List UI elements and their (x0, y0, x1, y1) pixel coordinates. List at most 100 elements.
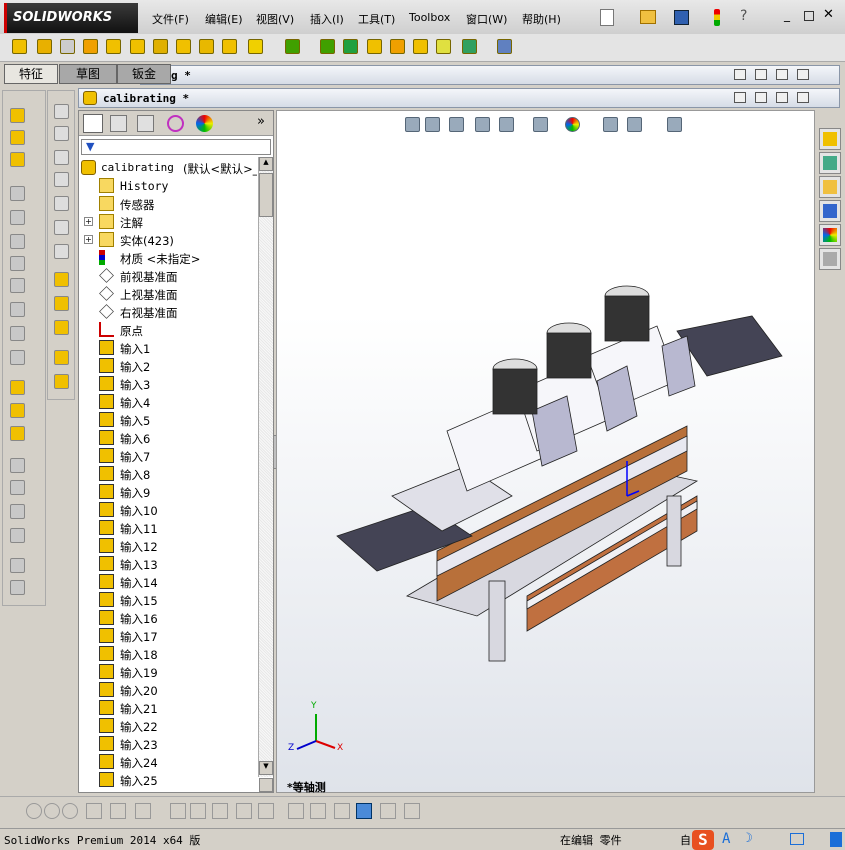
left-tool-icon-2[interactable] (54, 244, 69, 259)
left-tool-icon-2[interactable] (54, 296, 69, 311)
tree-item[interactable]: 右视基准面 (79, 303, 257, 321)
tree-item[interactable]: 前视基准面 (79, 267, 257, 285)
left-tool-icon[interactable] (10, 403, 25, 418)
feature-tool-icon[interactable] (153, 39, 168, 54)
tab-sheet-metal[interactable]: 钣金 (117, 64, 171, 84)
tree-item[interactable]: 输入18 (79, 645, 257, 663)
minimize-doc-button[interactable] (776, 69, 788, 80)
tree-item[interactable]: 输入3 (79, 375, 257, 393)
tree-item[interactable]: 输入7 (79, 447, 257, 465)
sketch-tool-icon[interactable] (258, 803, 274, 819)
close-doc-button[interactable] (797, 92, 809, 103)
left-tool-icon[interactable] (10, 108, 25, 123)
tree-item[interactable]: 输入17 (79, 627, 257, 645)
sketch-tool-icon[interactable] (26, 803, 42, 819)
document-window-title[interactable]: calibrating * (78, 88, 840, 108)
minimize-button[interactable]: _ (784, 8, 790, 22)
menu-item[interactable]: 插入(I) (310, 11, 344, 27)
left-tool-icon[interactable] (10, 480, 25, 495)
design-library-task-pane-icon[interactable] (819, 152, 841, 174)
save-icon[interactable] (674, 10, 689, 25)
left-tool-icon-2[interactable] (54, 374, 69, 389)
tab-features[interactable]: 特征 (4, 64, 58, 84)
tree-item[interactable]: 原点 (79, 321, 257, 339)
menu-item[interactable]: Toolbox (409, 11, 450, 24)
tree-item[interactable]: 上视基准面 (79, 285, 257, 303)
menu-item[interactable]: 窗口(W) (466, 11, 507, 27)
help-icon[interactable]: ? (740, 8, 747, 24)
tab-sketch[interactable]: 草图 (59, 64, 117, 84)
sketch-tool-icon[interactable] (404, 803, 420, 819)
tree-item[interactable]: History (79, 177, 257, 195)
feature-tool-icon[interactable] (60, 39, 75, 54)
tree-item[interactable]: + 注解 (79, 213, 257, 231)
left-tool-icon-2[interactable] (54, 350, 69, 365)
tree-item[interactable]: 输入12 (79, 537, 257, 555)
left-tool-icon[interactable] (10, 558, 25, 573)
tree-scrollbar[interactable]: ▲ ▼ (258, 157, 273, 777)
tree-root[interactable]: calibrating (默认<默认>_ (79, 159, 257, 177)
sogou-ime-icon[interactable]: S (692, 830, 714, 850)
sketch-tool-icon[interactable] (380, 803, 396, 819)
left-tool-icon-2[interactable] (54, 172, 69, 187)
ime-moon-icon[interactable]: ☽ (745, 831, 753, 846)
feature-tool-icon[interactable] (343, 39, 358, 54)
tree-item[interactable]: + 实体(423) (79, 231, 257, 249)
ime-keyboard-icon[interactable] (790, 833, 804, 845)
left-tool-icon-2[interactable] (54, 320, 69, 335)
tree-item[interactable]: 输入19 (79, 663, 257, 681)
sketch-tool-icon[interactable] (110, 803, 126, 819)
left-tool-icon[interactable] (10, 302, 25, 317)
menu-item[interactable]: 帮助(H) (522, 11, 561, 27)
tree-item[interactable]: 输入6 (79, 429, 257, 447)
tree-item[interactable]: 输入16 (79, 609, 257, 627)
feature-tool-icon[interactable] (83, 39, 98, 54)
tree-item[interactable]: 输入15 (79, 591, 257, 609)
maximize-button[interactable] (804, 11, 814, 21)
sketch-tool-icon[interactable] (334, 803, 350, 819)
left-tool-icon[interactable] (10, 278, 25, 293)
sketch-tool-icon[interactable] (236, 803, 252, 819)
graphics-viewport[interactable]: Y X Z *等轴测 (276, 110, 815, 794)
left-tool-icon[interactable] (10, 350, 25, 365)
tree-item[interactable]: 输入5 (79, 411, 257, 429)
feature-tool-icon[interactable] (248, 39, 263, 54)
sketch-tool-icon[interactable] (44, 803, 60, 819)
file-explorer-task-pane-icon[interactable] (819, 176, 841, 198)
sketch-tool-icon[interactable] (62, 803, 78, 819)
sketch-tool-icon[interactable] (356, 803, 372, 819)
solidworks-logo[interactable]: SOLIDWORKS (4, 3, 138, 33)
feature-tool-icon[interactable] (222, 39, 237, 54)
tree-item[interactable]: 输入9 (79, 483, 257, 501)
status-units[interactable]: 自 (680, 832, 691, 848)
feature-tool-icon[interactable] (436, 39, 451, 54)
tree-item[interactable]: 输入10 (79, 501, 257, 519)
expand-icon[interactable]: + (84, 217, 93, 226)
left-tool-icon[interactable] (10, 326, 25, 341)
home-task-pane-icon[interactable] (819, 128, 841, 150)
left-tool-icon-2[interactable] (54, 104, 69, 119)
tree-item[interactable]: 输入2 (79, 357, 257, 375)
close-doc-button[interactable] (797, 69, 809, 80)
feature-tool-icon[interactable] (176, 39, 191, 54)
left-tool-icon[interactable] (10, 380, 25, 395)
featuremanager-tab-icon[interactable] (83, 114, 103, 133)
feature-tool-icon[interactable] (130, 39, 145, 54)
ime-skin-icon[interactable] (830, 832, 842, 847)
tree-item[interactable]: 输入23 (79, 735, 257, 753)
left-tool-icon-2[interactable] (54, 150, 69, 165)
feature-tool-icon[interactable] (320, 39, 335, 54)
left-tool-icon[interactable] (10, 458, 25, 473)
feature-tool-icon[interactable] (413, 39, 428, 54)
feature-tool-icon[interactable] (106, 39, 121, 54)
horizontal-scroll[interactable] (259, 778, 273, 792)
tree-item[interactable]: 传感器 (79, 195, 257, 213)
tile-right-button[interactable] (755, 69, 767, 80)
view-palette-task-pane-icon[interactable] (819, 200, 841, 222)
left-tool-icon-2[interactable] (54, 196, 69, 211)
menu-item[interactable]: 编辑(E) (205, 11, 243, 27)
new-document-icon[interactable] (600, 9, 614, 26)
dimxpert-tab-icon[interactable] (167, 115, 184, 132)
sketch-tool-icon[interactable] (170, 803, 186, 819)
expand-icon[interactable]: + (84, 235, 93, 244)
